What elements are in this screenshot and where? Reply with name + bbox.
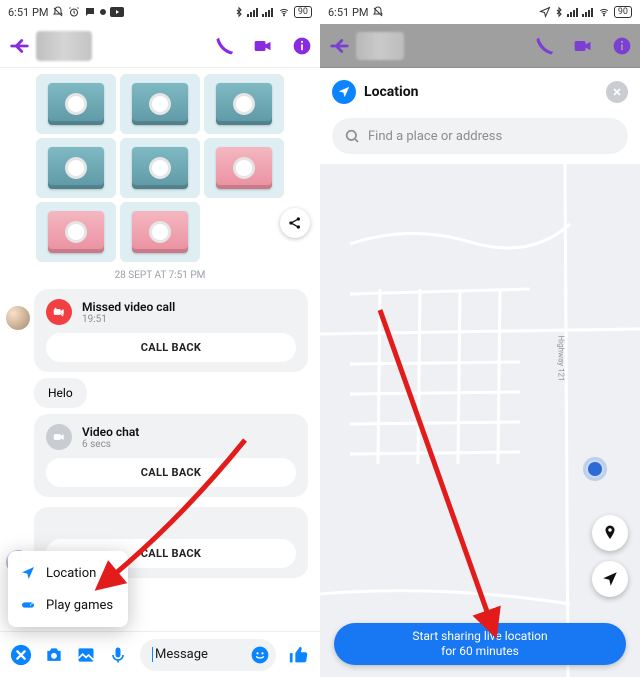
media-thumb[interactable]	[204, 74, 284, 134]
video-icon	[46, 424, 72, 450]
alarm-icon	[68, 6, 80, 18]
missed-call-bubble: Missed video call 19:51 CALL BACK	[34, 289, 308, 372]
media-thumb[interactable]	[120, 202, 200, 262]
missed-call-time: 19:51	[82, 314, 175, 325]
start-sharing-button[interactable]: Start sharing live location for 60 minut…	[334, 623, 626, 665]
callback-button[interactable]: CALL BACK	[46, 458, 296, 487]
popup-label: Location	[46, 566, 96, 581]
shared-media-grid[interactable]	[36, 74, 284, 262]
media-thumb[interactable]	[36, 138, 116, 198]
bluetooth-icon	[234, 6, 244, 18]
back-icon[interactable]	[328, 35, 350, 57]
battery-icon: 90	[294, 6, 312, 18]
voice-call-icon[interactable]	[214, 36, 234, 56]
dnd-icon	[52, 6, 64, 18]
popup-item-games[interactable]: Play games	[8, 589, 128, 621]
sender-avatar[interactable]	[6, 306, 30, 330]
chat-icon	[84, 6, 96, 18]
close-icon[interactable]	[606, 81, 628, 103]
video-call-icon[interactable]	[252, 36, 274, 56]
close-more-icon[interactable]	[10, 644, 32, 666]
chat-header-dimmed	[320, 24, 640, 68]
bluetooth-icon	[554, 6, 564, 18]
dot-icon	[100, 9, 106, 15]
info-icon[interactable]	[612, 36, 632, 56]
youtube-icon	[110, 7, 124, 17]
location-badge-icon	[332, 80, 356, 104]
mic-icon[interactable]	[108, 645, 128, 665]
left-screenshot: 6:51 PM	[0, 0, 320, 677]
road-label: Highway 121	[556, 335, 565, 381]
share-line2: for 60 minutes	[441, 644, 519, 659]
drop-pin-button[interactable]	[592, 515, 628, 551]
chat-header	[0, 24, 320, 68]
gamepad-icon	[20, 597, 36, 613]
search-icon	[344, 128, 360, 144]
missed-call-icon	[46, 299, 72, 325]
composer: Message	[0, 631, 320, 677]
callback-button[interactable]: CALL BACK	[46, 333, 296, 362]
message-input[interactable]: Message	[140, 639, 276, 671]
camera-icon[interactable]	[44, 645, 64, 665]
media-thumb[interactable]	[36, 202, 116, 262]
back-icon[interactable]	[8, 35, 30, 57]
like-icon[interactable]	[288, 644, 310, 666]
text-bubble: Helo	[34, 378, 87, 408]
video-chat-title: Video chat	[82, 425, 139, 439]
media-thumb[interactable]	[120, 74, 200, 134]
wifi-icon	[277, 7, 291, 17]
contact-name-blur	[356, 32, 404, 60]
dnd-icon	[372, 6, 384, 18]
video-call-icon[interactable]	[572, 36, 594, 56]
message-placeholder: Message	[152, 647, 208, 662]
signal-icon	[567, 7, 579, 17]
map-roads	[320, 164, 640, 677]
voice-call-icon[interactable]	[534, 36, 554, 56]
contact-name-blur	[36, 31, 92, 61]
video-chat-bubble: Video chat 6 secs CALL BACK	[34, 414, 308, 497]
map-view[interactable]: Highway 121 Start sharing live location …	[320, 164, 640, 677]
signal2-icon	[262, 7, 274, 17]
video-chat-sub: 6 secs	[82, 439, 139, 450]
popup-item-location[interactable]: Location	[8, 557, 128, 589]
media-thumb[interactable]	[36, 74, 116, 134]
forward-fab[interactable]	[280, 208, 310, 238]
status-bar: 6:51 PM	[0, 0, 320, 24]
chat-body[interactable]: 28 SEPT AT 7:51 PM Missed video call 19:…	[0, 68, 320, 631]
recenter-button[interactable]	[592, 561, 628, 597]
status-time: 6:51 PM	[8, 6, 48, 19]
location-icon	[539, 6, 551, 18]
info-icon[interactable]	[292, 36, 312, 56]
share-line1: Start sharing live location	[412, 629, 547, 644]
attachment-popup: Location Play games	[8, 551, 128, 627]
missed-call-title: Missed video call	[82, 300, 175, 314]
emoji-icon[interactable]	[250, 645, 270, 665]
right-screenshot: 6:51 PM 90	[320, 0, 640, 677]
location-sheet-header: Location	[320, 68, 640, 114]
wifi-icon	[597, 7, 611, 17]
battery-icon: 90	[614, 6, 632, 18]
location-title: Location	[364, 84, 418, 100]
timestamp: 28 SEPT AT 7:51 PM	[0, 270, 320, 281]
status-bar: 6:51 PM 90	[320, 0, 640, 24]
media-thumb[interactable]	[204, 138, 284, 198]
search-placeholder: Find a place or address	[368, 129, 502, 144]
signal2-icon	[582, 7, 594, 17]
media-thumb[interactable]	[120, 138, 200, 198]
status-time: 6:51 PM	[328, 6, 368, 19]
popup-label: Play games	[46, 598, 113, 613]
signal-icon	[247, 7, 259, 17]
current-location-dot	[588, 462, 602, 476]
location-arrow-icon	[20, 565, 36, 581]
gallery-icon[interactable]	[76, 645, 96, 665]
location-search-input[interactable]: Find a place or address	[332, 118, 628, 154]
